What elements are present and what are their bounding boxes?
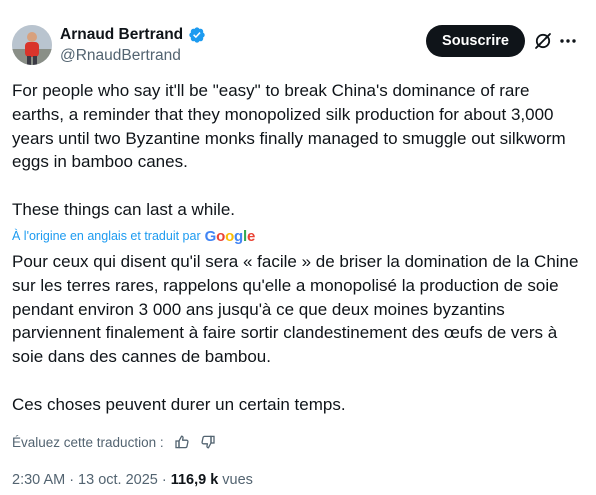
verified-badge-icon[interactable] xyxy=(188,26,206,44)
thumbs-up-icon[interactable] xyxy=(174,434,190,450)
author-name-row: Arnaud Bertrand xyxy=(60,25,206,45)
rate-translation-row: Évaluez cette traduction : xyxy=(12,433,216,451)
meta-separator: · xyxy=(161,472,167,488)
subscribe-button[interactable]: Souscrire xyxy=(426,25,525,57)
more-options-icon[interactable] xyxy=(558,31,578,51)
tweet-original-text: For people who say it'll be "easy" to br… xyxy=(12,79,584,222)
translation-note-text: À l'origine en anglais et traduit par xyxy=(12,229,201,243)
translated-paragraph: Pour ceux qui disent qu'il sera « facile… xyxy=(12,252,579,367)
translation-source-link[interactable]: À l'origine en anglais et traduit par Go… xyxy=(12,227,255,245)
views-count[interactable]: 116,9 k xyxy=(171,472,219,488)
thumbs-down-icon[interactable] xyxy=(200,434,216,450)
meta-separator: · xyxy=(69,472,75,488)
tweet: Arnaud Bertrand @RnaudBertrand Souscrire xyxy=(0,0,596,495)
tweet-time[interactable]: 2:30 AM xyxy=(12,472,65,488)
tweet-translated-text: Pour ceux qui disent qu'il sera « facile… xyxy=(12,250,584,417)
original-paragraph: These things can last a while. xyxy=(12,199,236,219)
original-paragraph: For people who say it'll be "easy" to br… xyxy=(12,81,566,172)
avatar[interactable] xyxy=(12,25,52,65)
author-block: Arnaud Bertrand @RnaudBertrand xyxy=(60,25,206,65)
views-label: vues xyxy=(222,472,253,488)
author-handle[interactable]: @RnaudBertrand xyxy=(60,47,206,65)
tweet-meta: 2:30 AM · 13 oct. 2025 · 116,9 k vues xyxy=(12,470,253,490)
rate-translation-label: Évaluez cette traduction : xyxy=(12,434,164,450)
translated-paragraph: Ces choses peuvent durer un certain temp… xyxy=(12,394,346,414)
author-display-name[interactable]: Arnaud Bertrand xyxy=(60,26,183,44)
avatar-image xyxy=(12,25,52,65)
google-logo: Google xyxy=(204,227,256,245)
tweet-date[interactable]: 13 oct. 2025 xyxy=(78,472,158,488)
grok-icon[interactable] xyxy=(533,31,553,51)
